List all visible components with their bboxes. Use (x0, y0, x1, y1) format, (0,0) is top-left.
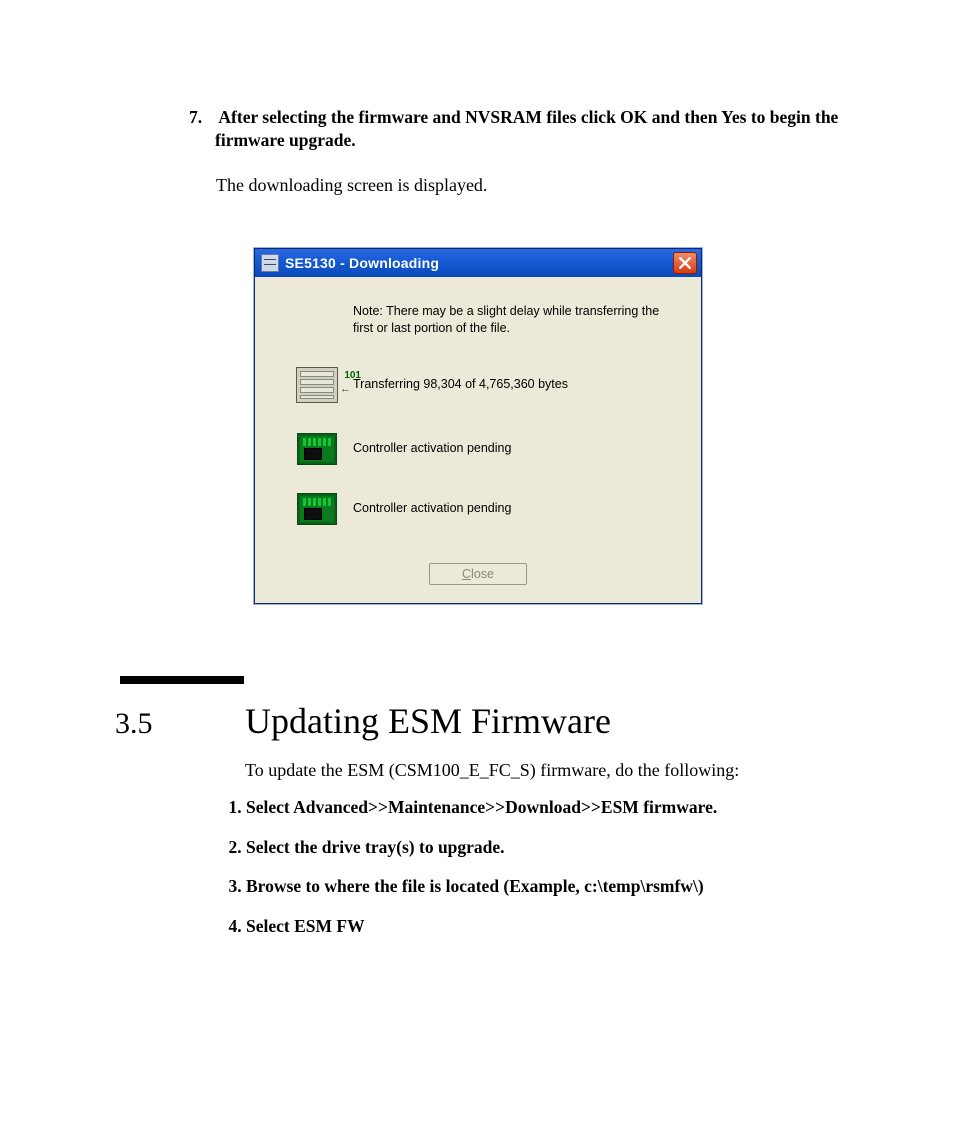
screenshot-downloading-dialog: SE5130 - Downloading Note: There may be … (254, 248, 700, 604)
close-button-mnemonic: C (462, 567, 471, 581)
dialog-window: SE5130 - Downloading Note: There may be … (254, 248, 702, 604)
dialog-body: Note: There may be a slight delay while … (255, 277, 701, 603)
close-button-row: Close (281, 563, 675, 585)
transfer-row: 101 ← Transferring 98,304 of 4,765,360 b… (281, 367, 675, 403)
arrow-left-icon: ← (340, 384, 351, 395)
section-heading-row: 3.5 Updating ESM Firmware (115, 700, 884, 742)
controller-a-text: Controller activation pending (353, 440, 675, 457)
step-7-number: 7. (189, 106, 215, 130)
step-7-body: The downloading screen is displayed. (216, 175, 884, 196)
section-step-3: Browse to where the file is located (Exa… (246, 875, 884, 899)
section-title: Updating ESM Firmware (245, 700, 611, 742)
step-7-heading: 7. After selecting the firmware and NVSR… (215, 106, 884, 153)
document-page: 7. After selecting the firmware and NVSR… (0, 0, 954, 1145)
controller-chip-icon (297, 493, 337, 525)
transfer-text: Transferring 98,304 of 4,765,360 bytes (353, 376, 675, 393)
controller-a-row: Controller activation pending (281, 433, 675, 465)
step-7-text: After selecting the firmware and NVSRAM … (215, 107, 838, 151)
controller-b-text: Controller activation pending (353, 500, 675, 517)
section-steps: Select Advanced>>Maintenance>>Download>>… (222, 796, 884, 955)
close-button: Close (429, 563, 527, 585)
section-step-4: Select ESM FW (246, 915, 884, 939)
dialog-title: SE5130 - Downloading (285, 255, 673, 271)
controller-b-row: Controller activation pending (281, 493, 675, 525)
dialog-titlebar[interactable]: SE5130 - Downloading (255, 249, 701, 277)
note-row: Note: There may be a slight delay while … (281, 303, 675, 337)
app-icon (261, 254, 279, 272)
section-step-1: Select Advanced>>Maintenance>>Download>>… (246, 796, 884, 820)
note-text: Note: There may be a slight delay while … (353, 303, 675, 337)
section-intro: To update the ESM (CSM100_E_FC_S) firmwa… (245, 760, 884, 781)
controller-chip-icon (297, 433, 337, 465)
section-step-2: Select the drive tray(s) to upgrade. (246, 836, 884, 860)
close-icon[interactable] (673, 252, 697, 274)
close-button-rest: lose (471, 567, 494, 581)
section-rule (120, 676, 244, 684)
section-number: 3.5 (115, 707, 245, 741)
storage-rack-icon: 101 ← (296, 367, 338, 403)
transfer-badge: 101 (344, 370, 361, 381)
